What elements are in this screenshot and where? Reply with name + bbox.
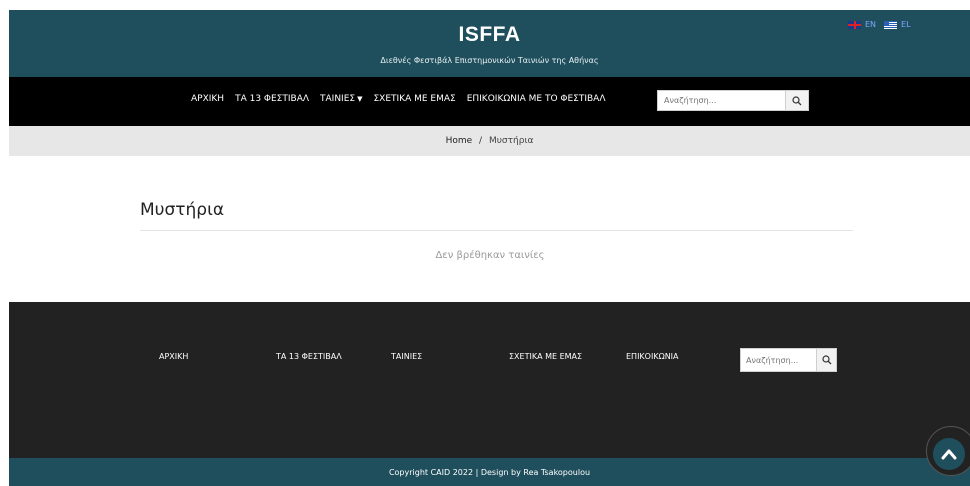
footer-link-home[interactable]: ΑΡΧΙΚΗ [159, 352, 188, 361]
nav-items: ΑΡΧΙΚΗ ΤΑ 13 ΦΕΣΤΙΒΑΛ ΤΑΙΝΙΕΣ ▼ ΣΧΕΤΙΚΑ Μ… [191, 94, 617, 104]
breadcrumb-home-link[interactable]: Home [446, 136, 473, 146]
nav-item-films[interactable]: ΤΑΙΝΙΕΣ ▼ [320, 94, 362, 104]
title-divider [140, 230, 853, 231]
page: ISFFA Διεθνές Φεστιβάλ Επιστημονικών Ται… [0, 0, 970, 486]
empty-results-message: Δεν βρέθηκαν ταινίες [435, 250, 545, 261]
copyright-text: Copyright CAID 2022 | Design by Rea Tsak… [388, 468, 591, 477]
footer-search-input[interactable] [740, 348, 816, 372]
nav-item-home[interactable]: ΑΡΧΙΚΗ [191, 94, 224, 104]
footer-link-contact[interactable]: ΕΠΙΚΟΙΚΩΝΙΑ [626, 352, 679, 361]
scroll-to-top-button[interactable] [933, 438, 965, 470]
breadcrumb-separator: / [479, 136, 483, 146]
chevron-up-icon [941, 449, 957, 460]
copyright-bar: Copyright CAID 2022 | Design by Rea Tsak… [9, 458, 970, 486]
footer-link-about[interactable]: ΣΧΕΤΙΚΑ ΜΕ ΕΜΑΣ [509, 352, 582, 361]
page-title: Μυστήρια [140, 200, 225, 220]
footer-link-films[interactable]: ΤΑΙΝΙΕΣ [391, 352, 422, 361]
nav-search-input[interactable] [657, 90, 785, 111]
breadcrumb: Home / Μυστήρια [9, 126, 970, 156]
footer-search-form [740, 348, 837, 372]
greek-flag-icon[interactable] [884, 20, 898, 29]
search-icon [792, 95, 802, 105]
nav-item-films-label: ΤΑΙΝΙΕΣ [320, 94, 356, 104]
lang-en-link[interactable]: EN [865, 20, 876, 29]
nav-item-contact[interactable]: ΕΠΙΚΟΙΚΩΝΙΑ ΜΕ ΤΟ ΦΕΣΤΙΒΑΛ [467, 94, 606, 104]
lang-el-link[interactable]: EL [901, 20, 911, 29]
uk-flag-icon[interactable] [848, 20, 861, 29]
search-icon [821, 355, 831, 365]
footer-search-button[interactable] [816, 348, 837, 372]
site-subtitle: Διεθνές Φεστιβάλ Επιστημονικών Ταινιών τ… [380, 56, 599, 65]
caret-down-icon: ▼ [357, 95, 363, 103]
main-nav: ΑΡΧΙΚΗ ΤΑ 13 ΦΕΣΤΙΒΑΛ ΤΑΙΝΙΕΣ ▼ ΣΧΕΤΙΚΑ Μ… [9, 77, 970, 126]
language-switcher: EN EL [848, 20, 911, 29]
nav-item-festivals[interactable]: ΤΑ 13 ΦΕΣΤΙΒΑΛ [235, 94, 309, 104]
nav-item-about[interactable]: ΣΧΕΤΙΚΑ ΜΕ ΕΜΑΣ [373, 94, 455, 104]
site-footer: ΑΡΧΙΚΗ ΤΑ 13 ΦΕΣΤΙΒΑΛ ΤΑΙΝΙΕΣ ΣΧΕΤΙΚΑ ΜΕ… [9, 302, 970, 458]
breadcrumb-current: Μυστήρια [488, 136, 534, 146]
nav-search-button[interactable] [785, 90, 809, 111]
nav-search-form [657, 90, 809, 111]
site-title[interactable]: ISFFA [9, 23, 970, 47]
footer-link-festivals[interactable]: ΤΑ 13 ΦΕΣΤΙΒΑΛ [276, 352, 342, 361]
site-header: ISFFA Διεθνές Φεστιβάλ Επιστημονικών Ται… [9, 10, 970, 77]
